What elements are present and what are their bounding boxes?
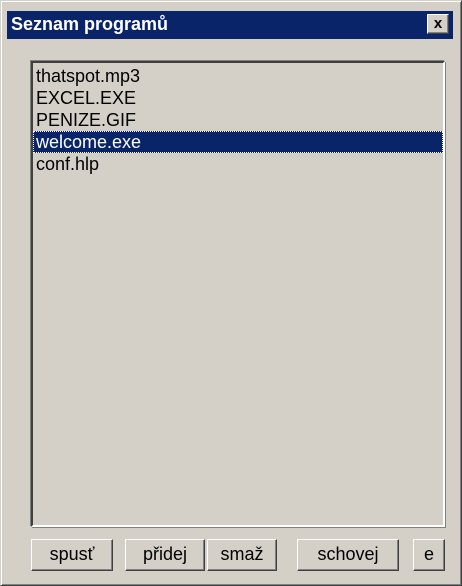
window-title: Seznam programů xyxy=(11,14,169,34)
list-item[interactable]: EXCEL.EXE xyxy=(33,87,443,109)
program-list-window: Seznam programů x thatspot.mp3 EXCEL.EXE… xyxy=(0,0,462,586)
hide-button[interactable]: schovej xyxy=(297,539,399,571)
list-item[interactable]: conf.hlp xyxy=(33,153,443,175)
list-item[interactable]: thatspot.mp3 xyxy=(33,65,443,87)
run-button[interactable]: spusť xyxy=(31,539,113,571)
title-bar[interactable]: Seznam programů x xyxy=(7,11,453,39)
program-listbox[interactable]: thatspot.mp3 EXCEL.EXE PENIZE.GIF welcom… xyxy=(31,61,445,527)
close-button[interactable]: x xyxy=(427,14,449,34)
list-item-selected[interactable]: welcome.exe xyxy=(33,131,443,153)
list-item[interactable]: PENIZE.GIF xyxy=(33,109,443,131)
add-button[interactable]: přidej xyxy=(125,539,205,571)
delete-button[interactable]: smaž xyxy=(207,539,277,571)
e-button[interactable]: e xyxy=(413,539,445,571)
